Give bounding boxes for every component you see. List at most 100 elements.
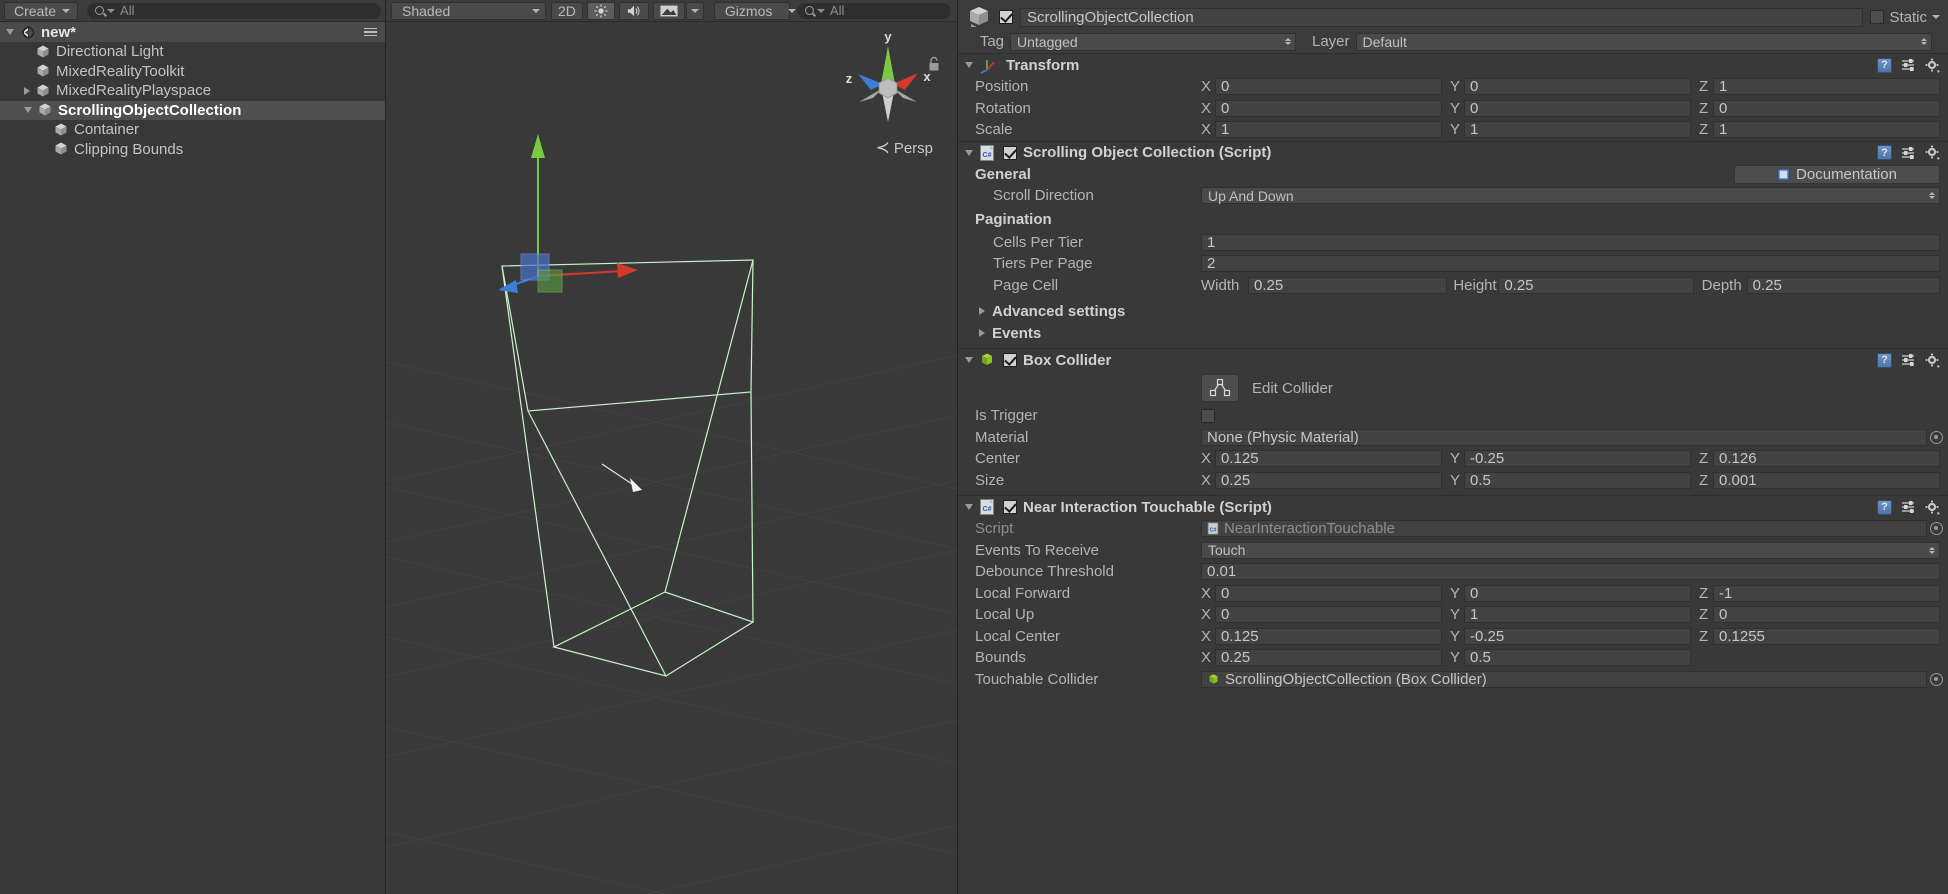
- touchable-collider-object-field[interactable]: ScrollingObjectCollection (Box Collider): [1201, 671, 1927, 688]
- script-object-field[interactable]: C# NearInteractionTouchable: [1201, 520, 1927, 537]
- box-collider-enabled-checkbox[interactable]: [1003, 353, 1017, 367]
- transform-x-field[interactable]: 0: [1215, 100, 1442, 117]
- scene-search-input[interactable]: All: [797, 3, 951, 19]
- scene-render[interactable]: [386, 22, 957, 894]
- transform-z-field[interactable]: 1: [1713, 78, 1940, 95]
- gear-icon[interactable]: [1925, 145, 1940, 160]
- debounce-threshold-field[interactable]: 0.01: [1201, 563, 1940, 580]
- near-touchable-header[interactable]: C# Near Interaction Touchable (Script) ?: [958, 496, 1948, 518]
- scene-audio-toggle[interactable]: [619, 2, 649, 20]
- help-icon[interactable]: ?: [1877, 353, 1892, 368]
- object-picker-icon[interactable]: [1930, 522, 1943, 535]
- scene-fx-dropdown[interactable]: [686, 2, 704, 20]
- collider-size-y-field[interactable]: 0.5: [1464, 472, 1691, 489]
- local-center-y-field[interactable]: -0.25: [1464, 628, 1691, 645]
- page-cell-depth-field[interactable]: 0.25: [1747, 277, 1940, 294]
- local-up-z-field[interactable]: 0: [1713, 606, 1940, 623]
- transform-header[interactable]: Transform ?: [958, 54, 1948, 76]
- hierarchy-item[interactable]: Clipping Bounds: [0, 140, 385, 160]
- gameobject-active-checkbox[interactable]: [999, 10, 1013, 24]
- gear-icon[interactable]: [1925, 500, 1940, 515]
- transform-y-field[interactable]: 0: [1464, 78, 1691, 95]
- edit-collider-button[interactable]: [1201, 374, 1239, 402]
- collider-center-y-field[interactable]: -0.25: [1464, 450, 1691, 467]
- local-up-y-field[interactable]: 1: [1464, 606, 1691, 623]
- bounds-y-field[interactable]: 0.5: [1464, 649, 1691, 666]
- object-picker-icon[interactable]: [1930, 673, 1943, 686]
- advanced-settings-foldout[interactable]: Advanced settings: [958, 300, 1948, 322]
- tiers-per-page-field[interactable]: 2: [1201, 255, 1940, 272]
- layer-dropdown[interactable]: Default: [1356, 33, 1932, 51]
- local-forward-x-field[interactable]: 0: [1215, 585, 1442, 602]
- hierarchy-item[interactable]: MixedRealityPlayspace: [0, 81, 385, 101]
- is-trigger-checkbox[interactable]: [1201, 409, 1215, 423]
- collider-center-z-field[interactable]: 0.126: [1713, 450, 1940, 467]
- gear-icon[interactable]: [1925, 353, 1940, 368]
- gizmos-dropdown[interactable]: Gizmos: [714, 2, 790, 20]
- chevron-down-icon[interactable]: [965, 504, 973, 510]
- hierarchy-item[interactable]: ScrollingObjectCollection: [0, 101, 385, 121]
- local-forward-y-field[interactable]: 0: [1464, 585, 1691, 602]
- gear-icon[interactable]: [1925, 58, 1940, 73]
- scene-fx-toggle[interactable]: [653, 2, 685, 20]
- local-up-x-field[interactable]: 0: [1215, 606, 1442, 623]
- chevron-down-icon[interactable]: [965, 150, 973, 156]
- preset-icon[interactable]: [1901, 146, 1916, 160]
- chevron-right-icon[interactable]: [979, 329, 985, 337]
- preset-icon[interactable]: [1901, 58, 1916, 72]
- local-center-z-field[interactable]: 0.1255: [1713, 628, 1940, 645]
- toggle-2d-button[interactable]: 2D: [551, 2, 583, 20]
- scene-viewport[interactable]: ≺ Persp y z x: [386, 22, 957, 894]
- scene-lighting-toggle[interactable]: [587, 2, 615, 20]
- preset-icon[interactable]: [1901, 500, 1916, 514]
- perspective-label[interactable]: ≺ Persp: [876, 138, 933, 158]
- view-axis-gizmo[interactable]: y z x: [843, 26, 933, 136]
- scrolling-collection-header[interactable]: C# Scrolling Object Collection (Script) …: [958, 142, 1948, 164]
- transform-z-field[interactable]: 0: [1713, 100, 1940, 117]
- hierarchy-item[interactable]: Directional Light: [0, 42, 385, 62]
- hierarchy-search-input[interactable]: All: [87, 3, 381, 19]
- static-checkbox[interactable]: [1870, 10, 1884, 24]
- cells-per-tier-field[interactable]: 1: [1201, 234, 1940, 251]
- scrolling-collection-enabled-checkbox[interactable]: [1003, 146, 1017, 160]
- transform-y-field[interactable]: 1: [1464, 121, 1691, 138]
- chevron-right-icon[interactable]: [979, 307, 985, 315]
- material-object-field[interactable]: None (Physic Material): [1201, 429, 1927, 446]
- page-cell-width-field[interactable]: 0.25: [1248, 277, 1447, 294]
- chevron-right-icon[interactable]: [24, 87, 30, 95]
- hierarchy-item[interactable]: MixedRealityToolkit: [0, 62, 385, 82]
- box-collider-header[interactable]: Box Collider ?: [958, 349, 1948, 371]
- transform-y-field[interactable]: 0: [1464, 100, 1691, 117]
- transform-x-field[interactable]: 1: [1215, 121, 1442, 138]
- local-center-x-field[interactable]: 0.125: [1215, 628, 1442, 645]
- documentation-button[interactable]: Documentation: [1734, 165, 1940, 184]
- scroll-direction-dropdown[interactable]: Up And Down: [1201, 187, 1940, 204]
- chevron-down-icon[interactable]: [1932, 15, 1940, 19]
- near-touchable-enabled-checkbox[interactable]: [1003, 500, 1017, 514]
- scene-root-row[interactable]: new*: [0, 22, 385, 42]
- local-forward-z-field[interactable]: -1: [1713, 585, 1940, 602]
- help-icon[interactable]: ?: [1877, 145, 1892, 160]
- chevron-down-icon[interactable]: [6, 29, 14, 35]
- create-button[interactable]: Create: [4, 2, 78, 20]
- events-foldout[interactable]: Events: [958, 322, 1948, 344]
- events-to-receive-dropdown[interactable]: Touch: [1201, 542, 1940, 559]
- tag-dropdown[interactable]: Untagged: [1010, 33, 1296, 51]
- preset-icon[interactable]: [1901, 353, 1916, 367]
- transform-x-field[interactable]: 0: [1215, 78, 1442, 95]
- chevron-down-icon[interactable]: [24, 107, 32, 113]
- transform-z-field[interactable]: 1: [1713, 121, 1940, 138]
- gameobject-name-field[interactable]: ScrollingObjectCollection: [1020, 8, 1863, 27]
- chevron-down-icon[interactable]: [965, 357, 973, 363]
- help-icon[interactable]: ?: [1877, 500, 1892, 515]
- static-toggle[interactable]: Static: [1870, 9, 1940, 26]
- collider-center-x-field[interactable]: 0.125: [1215, 450, 1442, 467]
- help-icon[interactable]: ?: [1877, 58, 1892, 73]
- hierarchy-menu-icon[interactable]: [364, 28, 377, 37]
- page-cell-height-field[interactable]: 0.25: [1498, 277, 1693, 294]
- bounds-x-field[interactable]: 0.25: [1215, 649, 1442, 666]
- hierarchy-item[interactable]: Container: [0, 120, 385, 140]
- shading-mode-dropdown[interactable]: Shaded: [391, 2, 546, 20]
- collider-size-z-field[interactable]: 0.001: [1713, 472, 1940, 489]
- object-picker-icon[interactable]: [1930, 431, 1943, 444]
